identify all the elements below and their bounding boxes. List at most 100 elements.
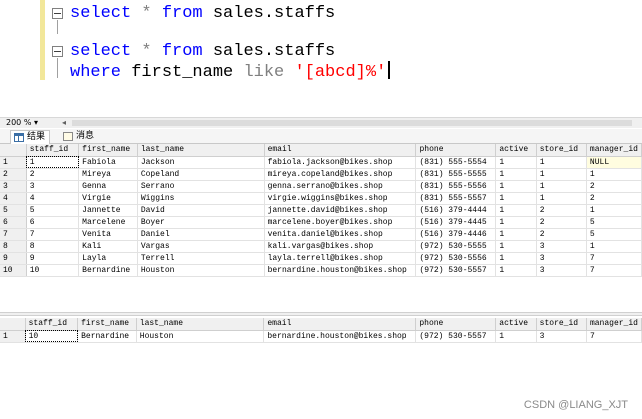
row-number[interactable]: 7: [0, 228, 27, 241]
cell-email[interactable]: virgie.wiggins@bikes.shop: [264, 192, 417, 205]
cell-first-name[interactable]: Layla: [78, 252, 138, 265]
cell-phone[interactable]: (516) 379-4446: [415, 228, 497, 241]
cell-phone[interactable]: (972) 530-5555: [415, 240, 497, 253]
cell-phone[interactable]: (972) 530-5557: [415, 264, 497, 277]
grid-splitter[interactable]: [0, 312, 642, 316]
code-line-1[interactable]: select * from sales.staffs: [70, 4, 335, 24]
table-row[interactable]: 10 10 Bernardine Houston bernardine.houston@…: [0, 264, 642, 277]
row-number[interactable]: 9: [0, 252, 27, 265]
results-grid-1[interactable]: staff_id first_name last_name email phone act…: [0, 144, 642, 277]
cell-active[interactable]: 1: [495, 156, 537, 169]
grid-corner-cell[interactable]: [0, 144, 27, 157]
cell-staff-id[interactable]: 3: [26, 180, 80, 193]
cell-last-name[interactable]: Jackson: [137, 156, 265, 169]
cell-store-id[interactable]: 3: [536, 330, 587, 343]
row-number[interactable]: 1: [0, 156, 27, 169]
column-header-active[interactable]: active: [495, 318, 537, 331]
row-number[interactable]: 8: [0, 240, 27, 253]
cell-last-name[interactable]: David: [137, 204, 265, 217]
cell-store-id[interactable]: 2: [536, 216, 587, 229]
column-header-last-name[interactable]: last_name: [136, 318, 265, 331]
cell-manager-id[interactable]: 5: [586, 216, 642, 229]
cell-store-id[interactable]: 3: [536, 240, 587, 253]
collapse-toggle-icon[interactable]: [52, 46, 63, 57]
cell-store-id[interactable]: 2: [536, 204, 587, 217]
table-row[interactable]: 1 10 Bernardine Houston bernardine.houston@b…: [0, 330, 642, 343]
code-line-3[interactable]: where first_name like '[abcd]%': [70, 61, 391, 82]
cell-email[interactable]: mireya.copeland@bikes.shop: [264, 168, 417, 181]
row-number[interactable]: 5: [0, 204, 27, 217]
cell-phone[interactable]: (831) 555-5557: [415, 192, 497, 205]
column-header-store-id[interactable]: store_id: [536, 144, 587, 157]
cell-staff-id[interactable]: 10: [26, 264, 80, 277]
cell-active[interactable]: 1: [495, 228, 537, 241]
table-row[interactable]: 8 8 Kali Vargas kali.vargas@bikes.shop (972) …: [0, 240, 642, 253]
cell-staff-id[interactable]: 8: [26, 240, 80, 253]
column-header-email[interactable]: email: [264, 144, 417, 157]
cell-email[interactable]: venita.daniel@bikes.shop: [264, 228, 417, 241]
table-row[interactable]: 5 5 Jannette David jannette.david@bikes.shop…: [0, 204, 642, 217]
cell-phone[interactable]: (972) 530-5557: [415, 330, 497, 343]
row-number[interactable]: 10: [0, 264, 27, 277]
column-header-manager-id[interactable]: manager_id: [586, 318, 642, 331]
cell-store-id[interactable]: 3: [536, 264, 587, 277]
cell-manager-id[interactable]: 7: [586, 252, 642, 265]
column-header-staff-id[interactable]: staff_id: [25, 318, 79, 331]
row-number[interactable]: 2: [0, 168, 27, 181]
cell-email[interactable]: genna.serrano@bikes.shop: [264, 180, 417, 193]
table-row[interactable]: 7 7 Venita Daniel venita.daniel@bikes.shop (5…: [0, 228, 642, 241]
cell-first-name[interactable]: Genna: [78, 180, 138, 193]
cell-manager-id[interactable]: NULL: [586, 156, 642, 169]
cell-active[interactable]: 1: [495, 264, 537, 277]
scroll-left-icon[interactable]: ◂: [62, 118, 66, 128]
cell-last-name[interactable]: Houston: [136, 330, 265, 343]
cell-first-name[interactable]: Bernardine: [77, 330, 137, 343]
row-number[interactable]: 4: [0, 192, 27, 205]
cell-staff-id[interactable]: 9: [26, 252, 80, 265]
cell-manager-id[interactable]: 2: [586, 192, 642, 205]
cell-last-name[interactable]: Vargas: [137, 240, 265, 253]
cell-email[interactable]: bernardine.houston@bikes.shop: [264, 264, 417, 277]
column-header-manager-id[interactable]: manager_id: [586, 144, 642, 157]
column-header-first-name[interactable]: first_name: [78, 144, 138, 157]
cell-email[interactable]: bernardine.houston@bikes.shop: [263, 330, 417, 343]
cell-first-name[interactable]: Fabiola: [78, 156, 138, 169]
cell-store-id[interactable]: 1: [536, 156, 587, 169]
tab-messages[interactable]: 消息: [60, 130, 98, 144]
cell-store-id[interactable]: 1: [536, 168, 587, 181]
cell-active[interactable]: 1: [495, 180, 537, 193]
horizontal-scrollbar[interactable]: [72, 120, 632, 126]
column-header-store-id[interactable]: store_id: [536, 318, 587, 331]
cell-manager-id[interactable]: 7: [586, 330, 642, 343]
collapse-toggle-icon[interactable]: [52, 8, 63, 19]
table-row[interactable]: 6 6 Marcelene Boyer marcelene.boyer@bikes.sh…: [0, 216, 642, 229]
cell-staff-id[interactable]: 6: [26, 216, 80, 229]
zoom-level-dropdown[interactable]: 200 % ▾: [6, 118, 38, 128]
cell-manager-id[interactable]: 5: [586, 228, 642, 241]
tab-results[interactable]: 结果: [10, 130, 51, 144]
cell-active[interactable]: 1: [495, 192, 537, 205]
results-grid-2[interactable]: staff_id first_name last_name email phone act…: [0, 318, 642, 343]
cell-last-name[interactable]: Serrano: [137, 180, 265, 193]
cell-email[interactable]: jannette.david@bikes.shop: [264, 204, 417, 217]
cell-staff-id[interactable]: 10: [25, 330, 79, 343]
cell-last-name[interactable]: Wiggins: [137, 192, 265, 205]
cell-last-name[interactable]: Daniel: [137, 228, 265, 241]
cell-phone[interactable]: (972) 530-5556: [415, 252, 497, 265]
query-editor[interactable]: select * from sales.staffs select * from…: [0, 0, 642, 112]
cell-staff-id[interactable]: 2: [26, 168, 80, 181]
table-row[interactable]: 2 2 Mireya Copeland mireya.copeland@bikes.sh…: [0, 168, 642, 181]
cell-manager-id[interactable]: 1: [586, 168, 642, 181]
cell-phone[interactable]: (516) 379-4445: [415, 216, 497, 229]
cell-manager-id[interactable]: 7: [586, 264, 642, 277]
cell-staff-id[interactable]: 7: [26, 228, 80, 241]
row-number[interactable]: 1: [0, 330, 26, 343]
cell-store-id[interactable]: 1: [536, 192, 587, 205]
cell-first-name[interactable]: Marcelene: [78, 216, 138, 229]
column-header-staff-id[interactable]: staff_id: [26, 144, 80, 157]
cell-active[interactable]: 1: [495, 330, 537, 343]
cell-last-name[interactable]: Boyer: [137, 216, 265, 229]
column-header-active[interactable]: active: [495, 144, 537, 157]
cell-store-id[interactable]: 3: [536, 252, 587, 265]
table-row[interactable]: 3 3 Genna Serrano genna.serrano@bikes.shop (8…: [0, 180, 642, 193]
